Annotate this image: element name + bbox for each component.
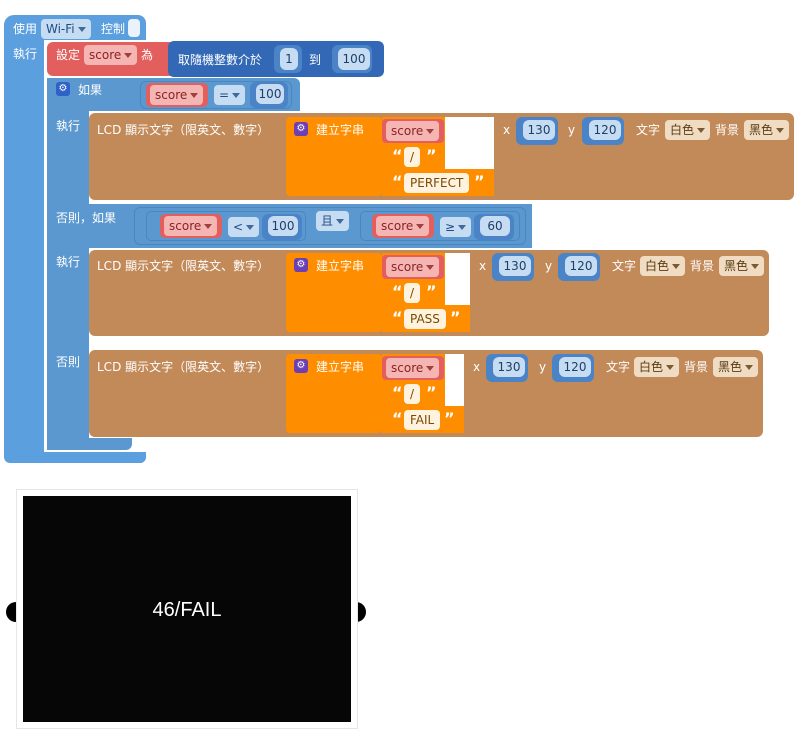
elseif-label: 否則，如果 [56, 211, 117, 225]
join-1-var-dropdown[interactable]: score [386, 121, 440, 141]
if-label: 如果 [78, 83, 103, 97]
lcd-screen-text: 46/FAIL [152, 599, 222, 621]
random-to-label: 到 [309, 53, 322, 67]
lcd-3-x-field[interactable]: 130 [493, 357, 525, 377]
join-2-var-dropdown[interactable]: score [386, 257, 440, 277]
join-2-sep-close-quote-icon: ” [426, 282, 437, 301]
join-1-mutator-gear-icon[interactable]: ⚙ [294, 122, 308, 136]
lcd-2-y-field[interactable]: 120 [565, 256, 597, 276]
join-3-mutator-gear-icon[interactable]: ⚙ [294, 359, 308, 373]
join-3-text-field[interactable]: FAIL [404, 410, 441, 430]
random-to-field[interactable]: 100 [338, 48, 370, 70]
lcd-3-text-color-dropdown[interactable]: 白色 [634, 357, 680, 377]
lcd-2-text-color-dropdown[interactable]: 白色 [640, 256, 686, 276]
lcd-1-bg-dropdown[interactable]: 黑色 [744, 120, 790, 140]
wifi-empty-slot[interactable] [128, 19, 140, 37]
lcd-2-x-label: x [479, 259, 487, 273]
random-integer-label: 取隨機整數介於 [178, 53, 263, 67]
compare-2-operator-dropdown[interactable]: < [228, 217, 260, 237]
lcd-1-y-field[interactable]: 120 [589, 120, 621, 140]
compare-2-var-dropdown[interactable]: score [164, 216, 218, 236]
join-2-label: 建立字串 [316, 259, 365, 273]
elseif-do-label: 執行 [56, 255, 81, 269]
compare-3-operator-dropdown[interactable]: ≥ [440, 217, 472, 237]
join-1-label: 建立字串 [316, 123, 365, 137]
main-do-label: 執行 [13, 47, 38, 61]
wifi-option-dropdown[interactable]: Wi-Fi [41, 19, 91, 39]
join-2-mutator-gear-icon[interactable]: ⚙ [294, 258, 308, 272]
set-variable-dropdown[interactable]: score [84, 45, 138, 65]
lcd-1-y-label: y [568, 123, 576, 137]
lcd-2-bg-label: 背景 [690, 259, 715, 273]
lcd-2-label: LCD 顯示文字（限英文、數字） [97, 259, 270, 273]
join-2-empty-area [445, 253, 470, 305]
logic-operator-dropdown[interactable]: 且 [316, 211, 350, 231]
compare-2-value-field[interactable]: 100 [268, 216, 298, 236]
if-mutator-gear-icon[interactable]: ⚙ [56, 82, 70, 96]
set-label: 設定 [56, 48, 81, 62]
lcd-1-label: LCD 顯示文字（限英文、數字） [97, 123, 270, 137]
lcd-3-bg-dropdown[interactable]: 黑色 [713, 357, 759, 377]
lcd-3-y-field[interactable]: 120 [559, 357, 591, 377]
lcd-3-y-label: y [539, 360, 547, 374]
join-2-text-open-quote-icon: “ [392, 308, 403, 327]
random-from-field[interactable]: 1 [280, 48, 298, 70]
join-3-var-dropdown[interactable]: score [386, 358, 440, 378]
join-2-text-field[interactable]: PASS [404, 309, 446, 329]
join-1-text-open-quote-icon: “ [392, 172, 403, 191]
join-3-sep-open-quote-icon: “ [392, 383, 403, 402]
else-label: 否則 [56, 355, 81, 369]
lcd-1-x-field[interactable]: 130 [523, 120, 555, 140]
lcd-3-bg-label: 背景 [684, 360, 709, 374]
if-do-label: 執行 [56, 119, 81, 133]
join-3-label: 建立字串 [316, 360, 365, 374]
join-3-text-open-quote-icon: “ [392, 409, 403, 428]
lcd-3-text-color-label: 文字 [606, 360, 631, 374]
lcd-1-text-color-dropdown[interactable]: 白色 [665, 120, 711, 140]
join-1-text-close-quote-icon: ” [474, 172, 485, 191]
lcd-1-x-label: x [503, 123, 511, 137]
wifi-control-label: 控制 [101, 22, 126, 36]
set-as-label: 為 [141, 48, 154, 62]
lcd-2-text-color-label: 文字 [612, 259, 637, 273]
lcd-screen: 46/FAIL [17, 490, 357, 728]
join-1-empty-area [445, 117, 494, 169]
join-1-sep-open-quote-icon: “ [392, 146, 403, 165]
lcd-2-y-label: y [545, 259, 553, 273]
lcd-3-label: LCD 顯示文字（限英文、數字） [97, 360, 270, 374]
lcd-2-x-field[interactable]: 130 [499, 256, 531, 276]
wifi-use-label: 使用 [13, 22, 38, 36]
wifi-control-bottom [4, 452, 146, 463]
lcd-3-x-label: x [473, 360, 481, 374]
lcd-1-bg-label: 背景 [715, 123, 740, 137]
compare-3-var-dropdown[interactable]: score [376, 216, 430, 236]
if-block-bottom [47, 438, 132, 450]
join-3-empty-area [445, 354, 464, 406]
join-1-sep-field[interactable]: / [404, 147, 421, 167]
compare-3-value-field[interactable]: 60 [480, 216, 510, 236]
join-2-text-close-quote-icon: ” [450, 308, 461, 327]
join-2-sep-field[interactable]: / [404, 283, 421, 303]
compare-1-value-field[interactable]: 100 [256, 84, 284, 104]
lcd-1-text-color-label: 文字 [636, 123, 661, 137]
join-1-text-field[interactable]: PERFECT [404, 173, 470, 193]
join-2-sep-open-quote-icon: “ [392, 282, 403, 301]
join-3-text-close-quote-icon: ” [444, 409, 455, 428]
join-3-sep-close-quote-icon: ” [426, 383, 437, 402]
join-1-sep-close-quote-icon: ” [426, 146, 437, 165]
join-3-sep-field[interactable]: / [404, 384, 421, 404]
compare-1-var-dropdown[interactable]: score [150, 85, 204, 105]
compare-1-operator-dropdown[interactable]: = [214, 85, 246, 105]
lcd-2-bg-dropdown[interactable]: 黑色 [719, 256, 765, 276]
